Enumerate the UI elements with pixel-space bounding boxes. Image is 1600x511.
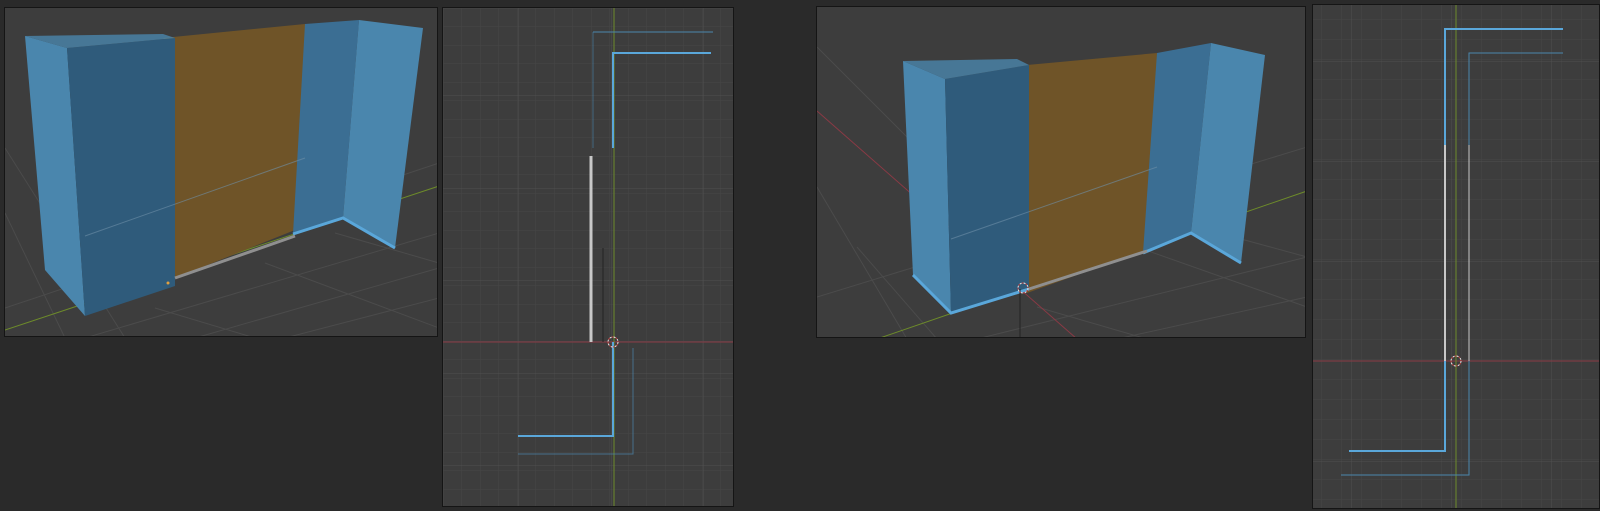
blender-workspace: [0, 0, 1600, 511]
viewport-top-right[interactable]: [1312, 4, 1600, 509]
viewport-top-left-canvas[interactable]: [443, 8, 734, 507]
viewport-3d-right[interactable]: [816, 6, 1306, 338]
viewport-top-right-canvas[interactable]: [1313, 5, 1600, 509]
viewport-top-left[interactable]: [442, 7, 734, 507]
wall-left-front[interactable]: [67, 38, 175, 316]
viewport-3d-left[interactable]: [4, 7, 438, 337]
viewport-3d-left-canvas[interactable]: [5, 8, 438, 337]
wall-left-front[interactable]: [945, 65, 1029, 313]
viewport-3d-right-canvas[interactable]: [817, 7, 1306, 338]
vertex-dot: [166, 281, 170, 285]
